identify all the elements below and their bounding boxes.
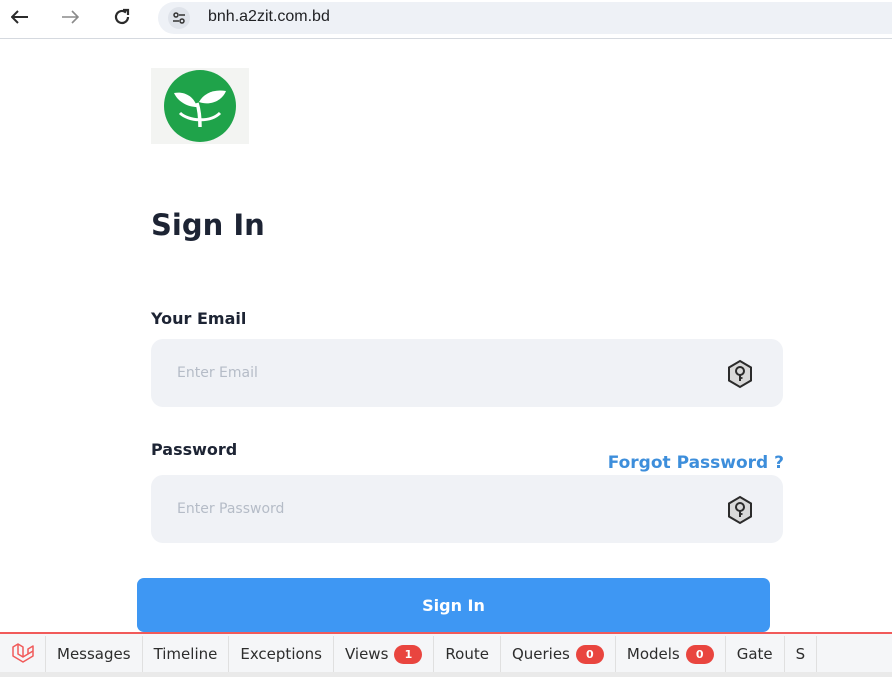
key-icon (725, 359, 755, 389)
debugbar-tab-messages[interactable]: Messages (46, 636, 143, 672)
tab-label: Timeline (153, 645, 218, 663)
tab-label: Exceptions (240, 645, 322, 663)
back-button[interactable] (6, 4, 34, 30)
debugbar-tab-gate[interactable]: Gate (726, 636, 785, 672)
email-field-container[interactable] (151, 339, 783, 407)
forward-button[interactable] (56, 4, 84, 30)
sprout-leaf-icon (164, 70, 236, 142)
sign-in-button[interactable]: Sign In (137, 578, 770, 632)
debugbar-tab-partial[interactable]: S (785, 636, 818, 672)
arrow-left-icon (11, 10, 28, 24)
arrow-right-icon (62, 10, 79, 24)
password-field-container[interactable] (151, 475, 783, 543)
debugbar-scroll-track (0, 672, 892, 677)
debugbar: Messages Timeline Exceptions Views 1 Rout… (0, 632, 892, 677)
page-title: Sign In (151, 208, 265, 242)
forgot-password-link[interactable]: Forgot Password ? (608, 453, 784, 473)
site-info-button[interactable] (168, 7, 190, 29)
address-bar[interactable]: bnh.a2zit.com.bd (158, 2, 892, 34)
tab-label: Queries (511, 645, 570, 663)
tab-label: Models (626, 645, 680, 663)
laravel-icon (11, 643, 34, 663)
debugbar-logo-button[interactable] (0, 636, 46, 672)
browser-divider (0, 38, 892, 39)
debugbar-tab-timeline[interactable]: Timeline (143, 636, 230, 672)
tab-label: Views (344, 645, 389, 663)
tune-icon (173, 12, 185, 24)
debugbar-tab-route[interactable]: Route (434, 636, 501, 672)
password-field[interactable] (177, 495, 697, 523)
tab-label: Route (445, 645, 489, 663)
debugbar-tab-views[interactable]: Views 1 (334, 636, 435, 672)
tab-label: Messages (57, 645, 131, 663)
url-text[interactable]: bnh.a2zit.com.bd (208, 8, 330, 26)
debugbar-tab-exceptions[interactable]: Exceptions (229, 636, 334, 672)
debugbar-tabs: Messages Timeline Exceptions Views 1 Rout… (0, 636, 818, 672)
count-badge: 0 (575, 644, 604, 664)
debugbar-tab-queries[interactable]: Queries 0 (501, 636, 616, 672)
site-logo (151, 68, 249, 144)
email-label: Your Email (151, 309, 247, 328)
tab-label: Gate (736, 645, 773, 663)
reload-icon (114, 8, 130, 25)
debugbar-tab-models[interactable]: Models 0 (616, 636, 726, 672)
browser-toolbar: bnh.a2zit.com.bd (0, 0, 892, 38)
count-badge: 1 (394, 644, 423, 664)
password-label: Password (151, 440, 238, 459)
count-badge: 0 (685, 644, 714, 664)
tab-label: S (795, 645, 806, 663)
email-field[interactable] (177, 359, 697, 387)
reload-button[interactable] (108, 4, 136, 30)
key-icon (725, 495, 755, 525)
